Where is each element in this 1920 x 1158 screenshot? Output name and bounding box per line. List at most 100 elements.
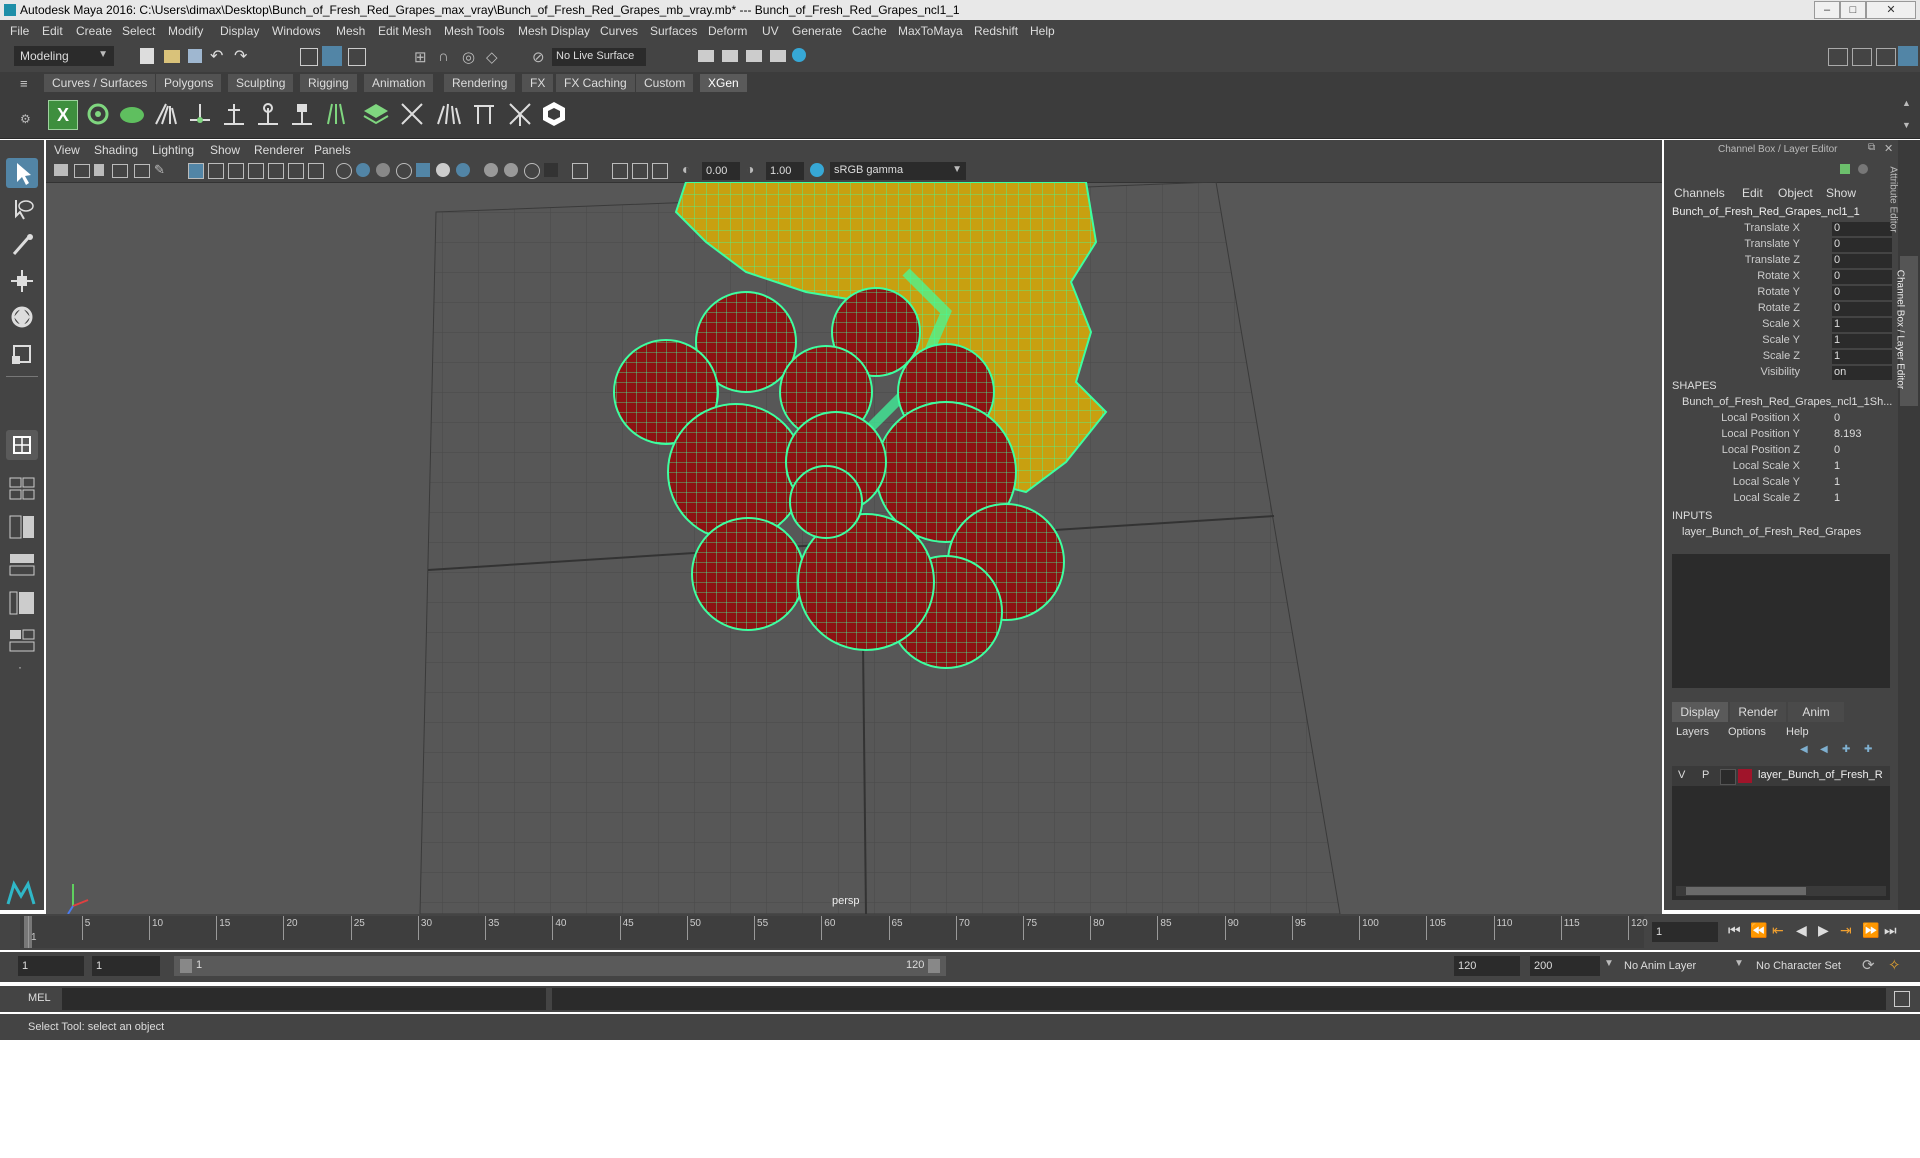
menu-surfaces[interactable]: Surfaces xyxy=(650,24,697,38)
new-layer-selected-icon[interactable]: ✚ xyxy=(1864,744,1872,755)
live-surface-field[interactable]: No Live Surface xyxy=(552,48,646,66)
menu-create[interactable]: Create xyxy=(76,24,112,38)
tab-custom[interactable]: Custom xyxy=(636,74,694,92)
animation-start-field[interactable]: 1 xyxy=(18,956,84,976)
channel-menu-object[interactable]: Object xyxy=(1778,186,1813,200)
layer-menu-layers[interactable]: Layers xyxy=(1676,726,1709,738)
hypershade-icon[interactable] xyxy=(792,48,806,62)
snap-to-grid-icon[interactable]: ⊞ xyxy=(414,48,427,66)
layout-graph-icon[interactable] xyxy=(6,588,38,618)
gate-mask-icon[interactable] xyxy=(248,163,264,179)
workspace-icon-3[interactable] xyxy=(1876,48,1896,66)
maximize-button[interactable]: □ xyxy=(1840,1,1866,19)
play-backwards-icon[interactable]: ◀ xyxy=(1796,922,1807,939)
xgen-collection-icon[interactable] xyxy=(118,100,146,128)
menu-deform[interactable]: Deform xyxy=(708,24,747,38)
tab-fx-caching[interactable]: FX Caching xyxy=(556,74,635,92)
attr-row[interactable]: Scale Z1 xyxy=(1664,350,1898,364)
camera-attributes-icon[interactable] xyxy=(74,164,90,178)
depth-of-field-icon[interactable] xyxy=(544,163,558,177)
move-layer-down-icon[interactable]: ◀ xyxy=(1820,744,1828,755)
workspace-icon-2[interactable] xyxy=(1852,48,1872,66)
minimize-button[interactable]: – xyxy=(1814,1,1840,19)
tab-rendering[interactable]: Rendering xyxy=(444,74,516,92)
last-used-tool-icon[interactable] xyxy=(6,430,38,460)
layer-tab-anim[interactable]: Anim xyxy=(1788,702,1844,722)
layer-menu-options[interactable]: Options xyxy=(1728,726,1766,738)
menu-display[interactable]: Display xyxy=(220,24,259,38)
shape-attr-row[interactable]: Local Position Z0 xyxy=(1664,444,1898,458)
tab-fx[interactable]: FX xyxy=(522,74,554,92)
viewport-menu-show[interactable]: Show xyxy=(210,143,240,157)
viewport-menu-view[interactable]: View xyxy=(54,143,80,157)
isolate-select-icon[interactable] xyxy=(572,163,588,179)
attr-row[interactable]: Rotate Y0 xyxy=(1664,286,1898,300)
scale-tool-icon[interactable] xyxy=(6,338,38,368)
menu-mesh-display[interactable]: Mesh Display xyxy=(518,24,590,38)
viewport-panel[interactable]: View Shading Lighting Show Renderer Pane… xyxy=(46,140,1662,914)
attr-row[interactable]: Scale Y1 xyxy=(1664,334,1898,348)
menu-modify[interactable]: Modify xyxy=(168,24,203,38)
chevron-down-icon[interactable]: ▼ xyxy=(1734,958,1744,969)
layer-list-scrollbar[interactable] xyxy=(1676,886,1886,896)
viewport-menu-renderer[interactable]: Renderer xyxy=(254,143,304,157)
current-frame-field[interactable]: 1 xyxy=(1652,922,1718,942)
animation-prefs-icon[interactable]: ✧ xyxy=(1888,956,1901,974)
shape-attr-row[interactable]: Local Position X0 xyxy=(1664,412,1898,426)
close-panel-icon[interactable]: ✕ xyxy=(1884,142,1893,155)
save-scene-icon[interactable] xyxy=(188,49,202,63)
layer-visibility-toggle[interactable]: V xyxy=(1678,769,1685,781)
float-panel-icon[interactable]: ⧉ xyxy=(1868,142,1875,153)
menu-help[interactable]: Help xyxy=(1030,24,1055,38)
menu-cache[interactable]: Cache xyxy=(852,24,887,38)
input-name[interactable]: layer_Bunch_of_Fresh_Red_Grapes xyxy=(1682,526,1861,538)
channel-circle-icon[interactable] xyxy=(1858,164,1868,174)
xgen-layers-icon[interactable] xyxy=(362,100,390,128)
tab-xgen[interactable]: XGen xyxy=(700,74,747,92)
channel-menu-edit[interactable]: Edit xyxy=(1742,186,1763,200)
open-scene-icon[interactable] xyxy=(164,50,180,63)
new-scene-icon[interactable] xyxy=(140,48,154,64)
ipr-render-icon[interactable] xyxy=(746,50,762,62)
snap-to-curve-icon[interactable]: ∩ xyxy=(438,48,449,65)
xgen-groom-icon-9[interactable] xyxy=(470,100,498,128)
film-gate-icon[interactable] xyxy=(208,163,224,179)
snap-to-view-plane-icon[interactable]: ◇ xyxy=(486,48,498,66)
shelf-scroll-down-icon[interactable]: ▼ xyxy=(1902,120,1911,130)
layout-four-view-icon[interactable] xyxy=(6,474,38,504)
render-view-icon[interactable] xyxy=(770,50,786,62)
tab-sculpting[interactable]: Sculpting xyxy=(228,74,294,92)
channel-menu-show[interactable]: Show xyxy=(1826,186,1856,200)
xgen-groom-icon-8[interactable] xyxy=(434,100,462,128)
layer-type-toggle[interactable] xyxy=(1720,769,1736,785)
xray-icon[interactable] xyxy=(612,163,628,179)
step-forward-frame-icon[interactable]: ⇥ xyxy=(1840,922,1852,939)
menu-generate[interactable]: Generate xyxy=(792,24,842,38)
xgen-groom-icon-4[interactable] xyxy=(254,100,282,128)
xgen-groom-icon-1[interactable] xyxy=(152,100,180,128)
shape-attr-row[interactable]: Local Scale Y1 xyxy=(1664,476,1898,490)
play-forwards-icon[interactable]: ▶ xyxy=(1818,922,1829,939)
menu-maxtomaya[interactable]: MaxToMaya xyxy=(898,24,963,38)
playback-start-field[interactable]: 1 xyxy=(92,956,160,976)
select-by-object-icon[interactable] xyxy=(322,46,342,66)
textured-icon[interactable] xyxy=(416,163,430,177)
render-frame-icon[interactable] xyxy=(722,50,738,62)
range-start-handle[interactable] xyxy=(180,959,192,973)
xray-components-icon[interactable] xyxy=(652,163,668,179)
attr-row[interactable]: Translate Z0 xyxy=(1664,254,1898,268)
playback-end-field[interactable]: 120 xyxy=(1454,956,1520,976)
xgen-description-icon[interactable] xyxy=(84,100,112,128)
make-live-icon[interactable]: ⊘ xyxy=(532,48,545,66)
redo-icon[interactable]: ↷ xyxy=(234,46,247,66)
xgen-groom-icon-3[interactable] xyxy=(220,100,248,128)
shape-attr-row[interactable]: Local Scale X1 xyxy=(1664,460,1898,474)
scrollbar-thumb[interactable] xyxy=(1686,887,1806,895)
shelf-scroll-up-icon[interactable]: ▲ xyxy=(1902,98,1911,108)
menu-uv[interactable]: UV xyxy=(762,24,779,38)
shelf-menu-icon[interactable]: ≡ xyxy=(20,76,28,91)
select-tool-icon[interactable] xyxy=(6,158,38,188)
menu-set-dropdown[interactable]: Modeling ▼ xyxy=(14,46,114,66)
xgen-groom-icon-2[interactable] xyxy=(186,100,214,128)
viewport-menu-lighting[interactable]: Lighting xyxy=(152,143,194,157)
